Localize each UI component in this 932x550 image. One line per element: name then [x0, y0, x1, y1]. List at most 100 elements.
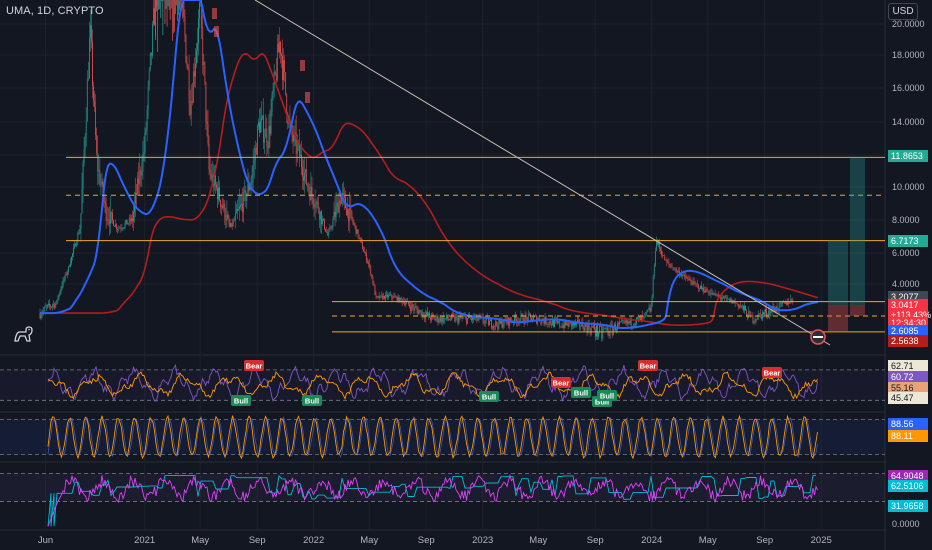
candle-body — [490, 319, 491, 321]
candle-body — [753, 321, 755, 323]
candle-body — [178, 0, 179, 16]
candle-body — [147, 86, 149, 110]
candle-body — [142, 153, 144, 172]
candle-body — [100, 184, 102, 185]
candle-body — [313, 203, 315, 208]
candle-body — [440, 317, 442, 323]
candle-body — [423, 316, 425, 319]
candle-body — [190, 100, 192, 115]
candle-body — [388, 295, 389, 298]
candle-body — [55, 303, 57, 308]
signal-tag-label: Bear — [553, 379, 570, 388]
candle-body — [745, 306, 746, 311]
candle-body — [462, 317, 464, 319]
candle-body — [115, 224, 116, 227]
candle-body — [285, 72, 287, 95]
candle-body — [650, 306, 652, 312]
candle-body — [94, 100, 95, 108]
candle-body — [93, 85, 94, 101]
trading-chart[interactable]: BearBull Bull BullBearBullBullBullBearBear… — [0, 0, 932, 550]
target-zone-2 — [850, 157, 865, 305]
candle-body — [752, 315, 754, 323]
candle-body — [644, 313, 646, 316]
candle-body — [672, 267, 674, 270]
candle-body — [685, 275, 687, 278]
candle-body — [603, 328, 605, 330]
candle-body — [104, 201, 106, 203]
candle-body — [145, 128, 147, 133]
candle-body — [314, 206, 316, 208]
candle-body — [764, 312, 765, 315]
candle-body — [175, 0, 176, 15]
axis-price-text: 2.5638 — [891, 336, 919, 346]
candle-body — [394, 296, 396, 298]
candle-body — [437, 315, 439, 323]
candle-body — [188, 69, 190, 104]
candle-body — [627, 321, 629, 324]
candle-body — [162, 0, 164, 36]
candle-body — [457, 316, 459, 324]
candle-body — [152, 24, 153, 56]
candle-body — [626, 320, 628, 324]
candle-body — [229, 223, 231, 227]
candle-body — [447, 314, 448, 319]
candle-body — [385, 294, 386, 299]
axis-price-text: 64.9048 — [891, 471, 924, 481]
y-tick-label: 6.0000 — [892, 248, 920, 258]
oscillator-panel-2[interactable] — [0, 414, 885, 460]
candle-body — [266, 128, 268, 146]
candle-body — [263, 115, 264, 143]
candle-body — [414, 306, 416, 311]
candle-body — [501, 320, 503, 328]
candle-body — [559, 321, 561, 327]
candle-body — [218, 187, 219, 200]
candle-body — [47, 304, 48, 307]
candle-body — [316, 201, 318, 203]
candle-body — [734, 302, 736, 304]
candle-body — [725, 297, 726, 299]
candle-body — [683, 274, 684, 276]
candle-body — [658, 243, 659, 245]
candle-body — [667, 262, 669, 263]
candle-body — [770, 309, 772, 316]
candle-body — [339, 200, 341, 204]
candle-body — [788, 301, 789, 304]
candle-body — [217, 187, 218, 200]
candle-body — [83, 149, 85, 163]
candle-body — [463, 316, 465, 318]
candle-body — [264, 138, 266, 143]
bear-signal-box — [300, 60, 305, 71]
candle-body — [351, 210, 353, 220]
candle-body — [191, 100, 193, 103]
candle-body — [131, 218, 132, 222]
candle-body — [696, 284, 698, 285]
candle-body — [759, 313, 761, 315]
x-tick-label: May — [529, 535, 547, 546]
candle-body — [238, 208, 239, 211]
candle-body — [75, 244, 77, 247]
candle-body — [547, 324, 549, 325]
candle-body — [354, 224, 356, 226]
candle-body — [221, 205, 222, 207]
candle-body — [782, 302, 783, 304]
candle-body — [317, 201, 319, 212]
candle-body — [183, 1, 185, 17]
candle-body — [202, 26, 204, 65]
candle-body — [123, 227, 125, 229]
candle-body — [70, 263, 71, 267]
candle-body — [420, 310, 422, 317]
candle-body — [159, 0, 161, 10]
candle-body — [375, 294, 377, 297]
candle-body — [716, 295, 718, 296]
candle-body — [715, 293, 717, 296]
candle-body — [228, 218, 230, 224]
currency-button[interactable]: USD — [888, 3, 918, 20]
candle-body — [138, 178, 140, 185]
candle-body — [566, 323, 568, 325]
candle-body — [583, 327, 585, 331]
candle-body — [210, 172, 212, 179]
candle-body — [234, 213, 236, 221]
candle-body — [73, 248, 74, 254]
candle-body — [570, 322, 572, 327]
x-tick-label: May — [360, 535, 378, 546]
